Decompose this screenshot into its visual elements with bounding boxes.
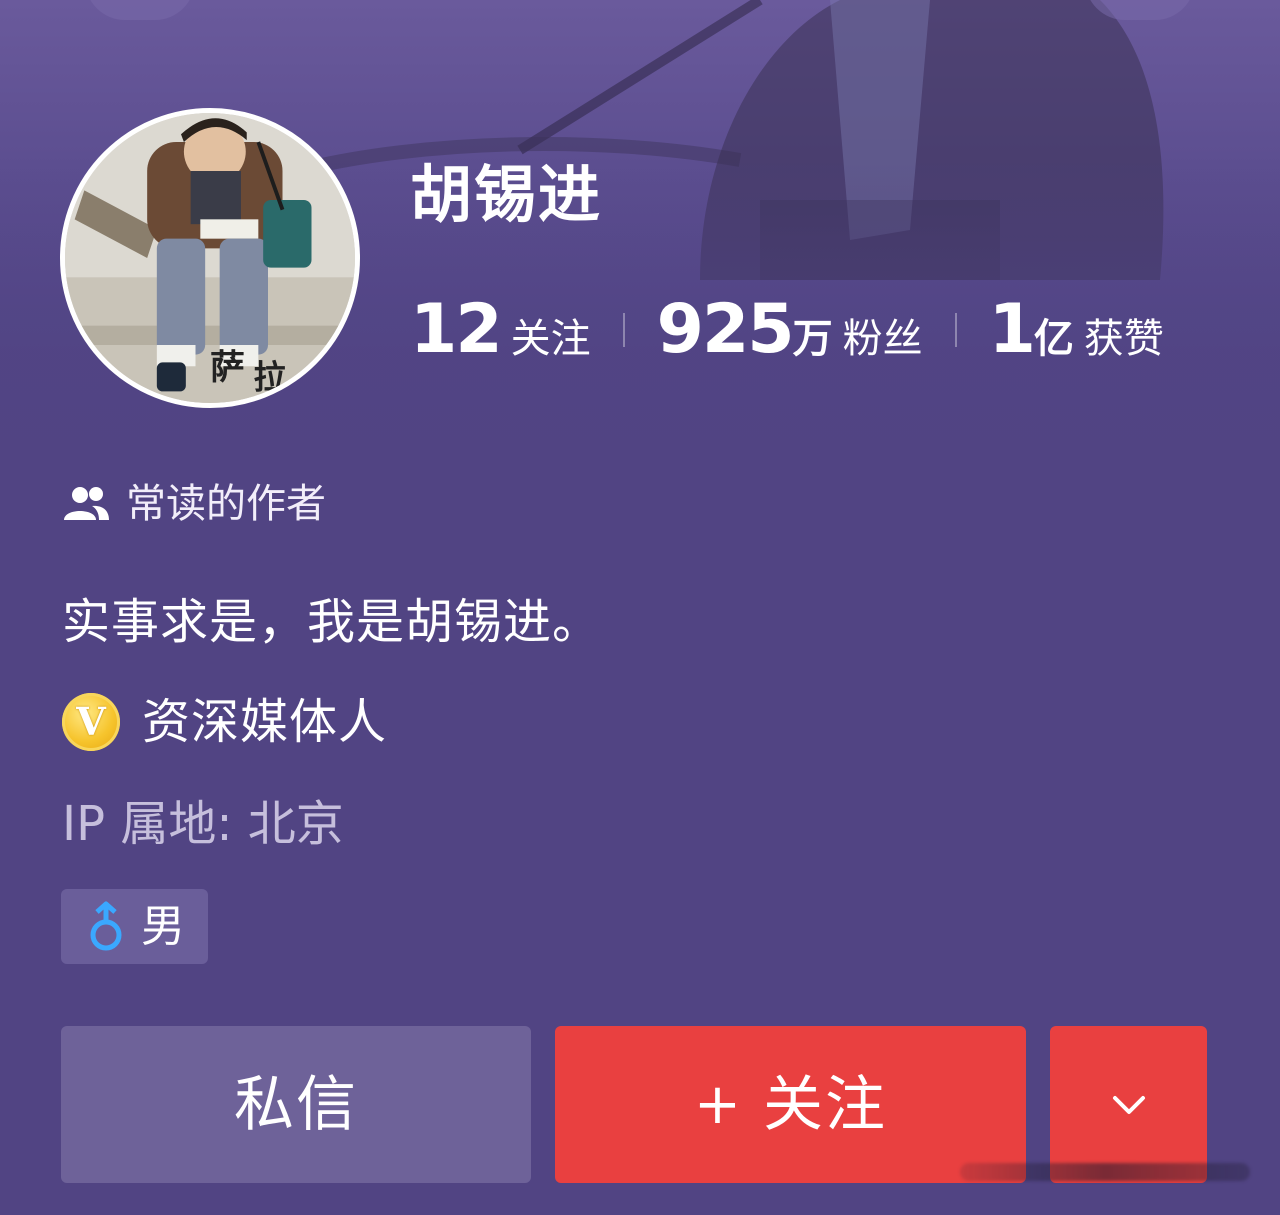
frequent-author-tag: 常读的作者	[62, 476, 326, 532]
frequent-author-label: 常读的作者	[126, 481, 326, 527]
likes-stat[interactable]: 1 亿 获赞	[989, 290, 1164, 379]
profile-bio: 实事求是，我是胡锡进。	[62, 594, 602, 650]
fans-count: 925	[656, 290, 795, 369]
likes-unit: 亿	[1033, 316, 1074, 362]
fans-stat[interactable]: 925 万 粉丝	[657, 290, 923, 379]
avatar[interactable]: 萨 拉	[60, 108, 360, 408]
profile-name: 胡锡进	[410, 158, 603, 231]
v-badge-icon: V	[62, 693, 120, 751]
follow-button-label: 关注	[762, 1069, 887, 1140]
users-icon	[64, 487, 109, 520]
gender-tag: 男	[61, 889, 208, 964]
ip-location: IP 属地: 北京	[62, 796, 344, 852]
following-label: 关注	[510, 316, 591, 362]
likes-count: 1	[988, 290, 1036, 369]
stat-divider	[622, 313, 625, 347]
likes-label: 获赞	[1083, 316, 1164, 362]
follow-button[interactable]: + 关注	[555, 1026, 1026, 1183]
profile-stats: 12 关注 925 万 粉丝 1 亿 获赞	[410, 290, 1164, 370]
watermark-blur	[960, 1163, 1250, 1181]
following-count: 12	[410, 290, 503, 369]
verification-info: V 资深媒体人	[62, 690, 387, 754]
svg-text:萨: 萨	[210, 347, 245, 388]
message-button-label: 私信	[234, 1069, 358, 1140]
avatar-image: 萨 拉	[65, 113, 355, 403]
v-badge-letter: V	[76, 699, 106, 744]
gender-label: 男	[141, 901, 185, 952]
fans-label: 粉丝	[842, 316, 923, 362]
fans-unit: 万	[792, 316, 833, 362]
stat-divider	[954, 313, 957, 347]
message-button[interactable]: 私信	[61, 1026, 531, 1183]
verification-label: 资深媒体人	[142, 694, 388, 750]
male-symbol-icon	[90, 901, 122, 950]
following-stat[interactable]: 12 关注	[410, 290, 591, 379]
plus-icon: +	[694, 1071, 741, 1137]
chevron-down-icon	[1112, 1095, 1145, 1114]
watermark	[960, 1152, 1260, 1192]
